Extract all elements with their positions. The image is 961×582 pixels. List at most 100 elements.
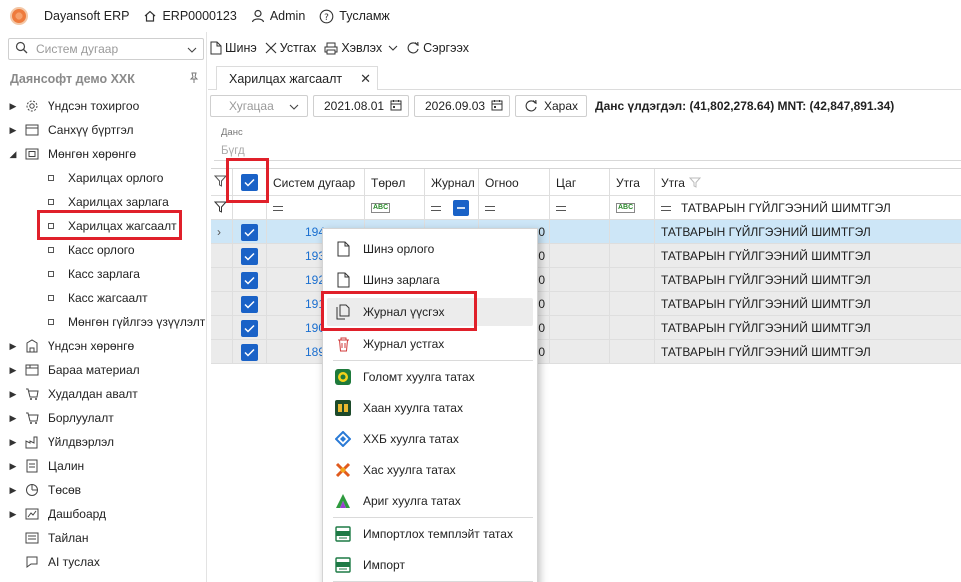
- period-select[interactable]: Хугацаа: [210, 95, 308, 117]
- sidebar-subitem-label: Касс орлого: [68, 243, 135, 257]
- sidebar-subitem-cashflow[interactable]: Мөнгөн гүйлгээ үзүүлэлт: [0, 310, 206, 334]
- chevron-down-icon[interactable]: [388, 45, 398, 51]
- row-checkbox[interactable]: [241, 223, 258, 241]
- tab-bank-list[interactable]: Харилцах жагсаалт ✕: [216, 66, 378, 90]
- row-checkbox-cell[interactable]: [233, 340, 267, 364]
- sidebar-item-production[interactable]: ▶ Үйлдвэрлэл: [0, 430, 206, 454]
- refresh-icon: [406, 41, 420, 55]
- row-checkbox[interactable]: [241, 343, 258, 361]
- sidebar-subitem-bank-expense[interactable]: Харилцах зарлага: [0, 190, 206, 214]
- row-checkbox-cell[interactable]: [233, 316, 267, 340]
- column-header-date[interactable]: Огноо: [479, 169, 550, 196]
- filter-cell-note[interactable]: ABC: [610, 196, 655, 220]
- menu-item-import[interactable]: Импорт: [323, 551, 537, 579]
- calendar-icon[interactable]: [390, 99, 402, 114]
- column-filter-icon[interactable]: [688, 177, 701, 188]
- refresh-button[interactable]: Сэргээх: [406, 41, 469, 55]
- filter-icon[interactable]: [213, 201, 228, 216]
- row-checkbox-cell[interactable]: [233, 268, 267, 292]
- sidebar-item-fixed-assets[interactable]: ▶ Үндсэн хөрөнгө: [0, 334, 206, 358]
- sidebar-item-dashboard[interactable]: ▶ Дашбоард: [0, 502, 206, 526]
- row-checkbox-cell[interactable]: [233, 292, 267, 316]
- filter-cell-type[interactable]: ABC: [365, 196, 425, 220]
- row-checkbox-cell[interactable]: [233, 244, 267, 268]
- filter-cell-sys[interactable]: [267, 196, 365, 220]
- row-checkbox[interactable]: [241, 271, 258, 289]
- sidebar-item-budget[interactable]: ▶ Төсөв: [0, 478, 206, 502]
- sidebar-item-inventory[interactable]: ▶ Бараа материал: [0, 358, 206, 382]
- menu-item-new-expense[interactable]: Шинэ зарлага: [323, 266, 537, 294]
- sidebar-subitem-cash-income[interactable]: Касс орлого: [0, 238, 206, 262]
- sidebar-item-finance[interactable]: ▶ Санхүү бүртгэл: [0, 118, 206, 142]
- expand-arrow-icon[interactable]: ▶: [6, 509, 20, 520]
- sidebar-item-sales[interactable]: ▶ Борлуулалт: [0, 406, 206, 430]
- menu-item-import-template[interactable]: Импортлох темплэйт татах: [323, 520, 537, 548]
- sidebar-item-reports[interactable]: Тайлан: [0, 526, 206, 550]
- excel-icon: [335, 526, 351, 542]
- expand-arrow-icon[interactable]: ▶: [6, 101, 20, 112]
- row-checkbox[interactable]: [241, 319, 258, 337]
- menu-item-arig[interactable]: Ариг хуулга татах: [323, 487, 537, 515]
- sidebar-item-ai[interactable]: AI туслах: [0, 550, 206, 574]
- row-checkbox[interactable]: [241, 295, 258, 313]
- menu-item-golomt[interactable]: Голомт хуулга татах: [323, 363, 537, 391]
- sidebar-subitem-bank-income[interactable]: Харилцах орлого: [0, 166, 206, 190]
- expand-arrow-icon[interactable]: ▶: [6, 461, 20, 472]
- new-button[interactable]: Шинэ: [210, 41, 257, 55]
- print-button[interactable]: Хэвлэх: [324, 41, 398, 55]
- column-header-type[interactable]: Төрөл: [365, 169, 425, 196]
- user-menu[interactable]: Admin: [251, 9, 305, 23]
- expand-arrow-icon[interactable]: ▶: [6, 413, 20, 424]
- expand-arrow-icon[interactable]: ▶: [6, 485, 20, 496]
- filter-cell-description[interactable]: ТАТВАРЫН ГҮЙЛГЭЭНИЙ ШИМТГЭЛ: [655, 196, 961, 220]
- filter-cell-date[interactable]: [479, 196, 550, 220]
- menu-item-create-journal[interactable]: Журнал үүсгэх: [327, 298, 533, 326]
- expand-arrow-icon[interactable]: ▶: [6, 437, 20, 448]
- date-from-input[interactable]: 2021.08.01: [313, 95, 409, 117]
- view-button[interactable]: Харах: [515, 95, 588, 117]
- column-header-time[interactable]: Цаг: [550, 169, 610, 196]
- filter-icon[interactable]: [213, 175, 228, 190]
- expand-arrow-icon[interactable]: ▶: [6, 365, 20, 376]
- sidebar-item-label: Үндсэн хөрөнгө: [48, 339, 135, 353]
- pin-icon[interactable]: [188, 72, 200, 87]
- calendar-icon[interactable]: [491, 99, 503, 114]
- chevron-down-icon[interactable]: [187, 42, 197, 56]
- menu-item-xac[interactable]: Хас хуулга татах: [323, 456, 537, 484]
- column-header-description[interactable]: Утга: [655, 169, 961, 196]
- close-tab-icon[interactable]: ✕: [360, 71, 371, 87]
- sidebar-item-settings[interactable]: ▶ Үндсэн тохиргоо: [0, 94, 206, 118]
- menu-item-tdb[interactable]: ХХБ хуулга татах: [323, 425, 537, 453]
- delete-button[interactable]: Устгах: [265, 41, 316, 55]
- home-link[interactable]: ERP0000123: [143, 9, 237, 23]
- column-header-note[interactable]: Утга: [610, 169, 655, 196]
- expand-arrow-icon[interactable]: ▶: [6, 389, 20, 400]
- sidebar-subitem-cash-expense[interactable]: Касс зарлага: [0, 262, 206, 286]
- sidebar-item-cash[interactable]: ◢ Мөнгөн хөрөнгө: [0, 142, 206, 166]
- row-checkbox[interactable]: [241, 247, 258, 265]
- expand-arrow-icon[interactable]: ▶: [6, 125, 20, 136]
- sidebar-subitem-bank-list[interactable]: Харилцах жагсаалт: [0, 214, 206, 238]
- column-header-sys[interactable]: Систем дугаар: [267, 169, 365, 196]
- collapse-arrow-icon[interactable]: ◢: [6, 149, 20, 160]
- sidebar-item-purchase[interactable]: ▶ Худалдан авалт: [0, 382, 206, 406]
- select-all-checkbox[interactable]: [241, 174, 258, 191]
- sidebar-search-input[interactable]: Систем дугаар: [8, 38, 204, 60]
- journal-filter-checkbox[interactable]: [453, 200, 469, 216]
- menu-item-khan[interactable]: Хаан хуулга татах: [323, 394, 537, 422]
- expand-arrow-icon[interactable]: ▶: [6, 341, 20, 352]
- filter-toggle-cell[interactable]: [211, 169, 233, 196]
- select-all-cell[interactable]: [233, 169, 267, 196]
- row-checkbox-cell[interactable]: [233, 220, 267, 244]
- help-link[interactable]: ? Тусламж: [319, 9, 390, 24]
- menu-item-new-income[interactable]: Шинэ орлого: [323, 235, 537, 263]
- column-header-journal[interactable]: Журнал: [425, 169, 479, 196]
- filter-cell-time[interactable]: [550, 196, 610, 220]
- sidebar-item-salary[interactable]: ▶ Цалин: [0, 454, 206, 478]
- date-to-input[interactable]: 2026.09.03: [414, 95, 510, 117]
- account-field-input[interactable]: Бүгд: [221, 145, 245, 157]
- filter-row-toggle[interactable]: [211, 196, 233, 220]
- menu-item-delete-journal[interactable]: Журнал устгах: [323, 330, 537, 358]
- filter-cell-journal[interactable]: [425, 196, 479, 220]
- sidebar-subitem-cash-list[interactable]: Касс жагсаалт: [0, 286, 206, 310]
